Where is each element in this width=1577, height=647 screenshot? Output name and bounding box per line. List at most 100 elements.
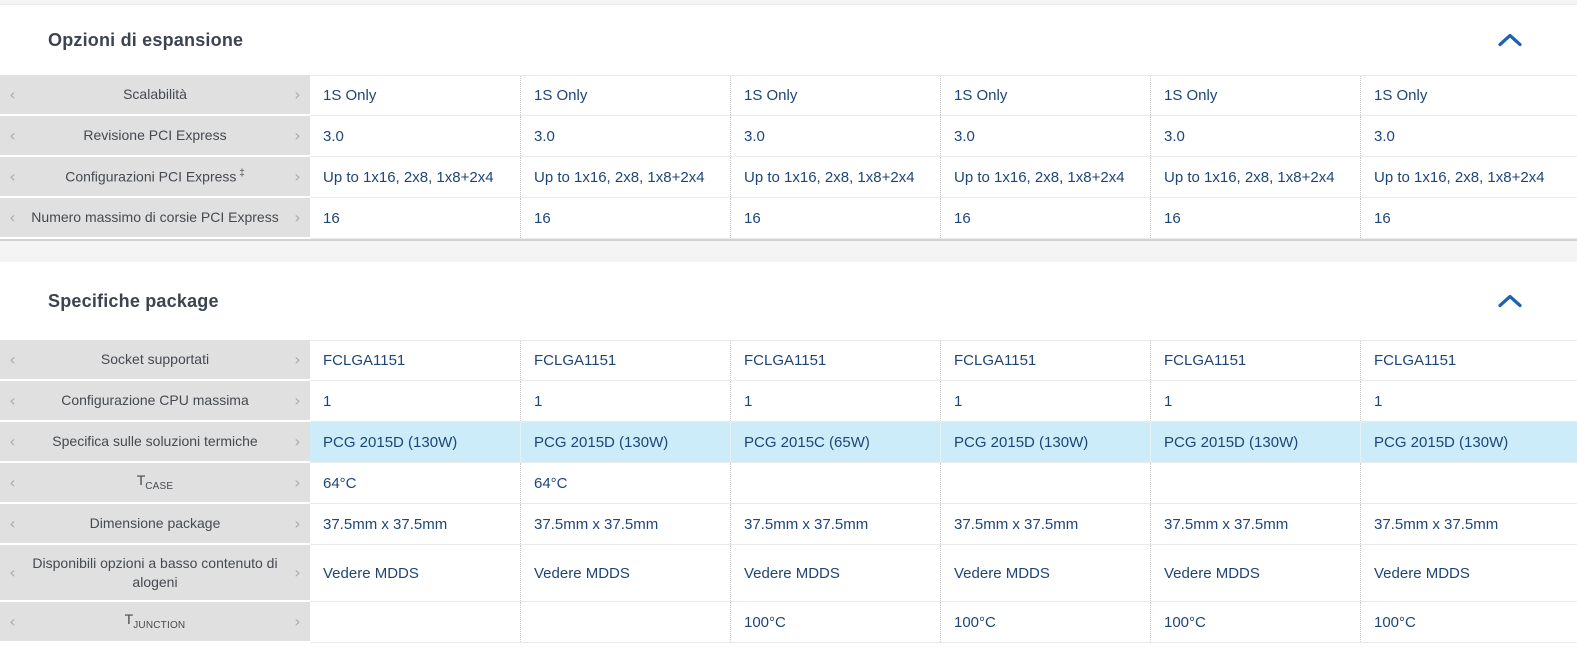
spec-values: Vedere MDDSVedere MDDSVedere MDDSVedere … (310, 545, 1577, 602)
spec-value-cell: 1 (310, 381, 520, 421)
spec-values: 37.5mm x 37.5mm37.5mm x 37.5mm37.5mm x 3… (310, 504, 1577, 545)
spec-value-cell: 1S Only (1360, 76, 1577, 115)
spec-label: Socket supportati (19, 347, 291, 372)
spec-label-cell: ‹ Disponibili opzioni a basso contenuto … (0, 545, 310, 600)
chevron-right-icon[interactable]: › (291, 516, 304, 532)
chevron-right-icon[interactable]: › (291, 434, 304, 450)
row-label-superscript: ‡ (236, 168, 244, 179)
spec-value-cell: 1 (730, 381, 940, 421)
row-label-main: Scalabilità (123, 86, 187, 102)
spec-label: Dimensione package (19, 511, 291, 536)
spec-value-cell (520, 602, 730, 642)
spec-label: Configurazione CPU massima (19, 388, 291, 413)
chevron-right-icon[interactable]: › (291, 352, 304, 368)
chevron-right-icon[interactable]: › (291, 169, 304, 185)
spec-value-cell: 1S Only (940, 76, 1150, 115)
spec-row: ‹ Revisione PCI Express › 3.03.03.03.03.… (0, 116, 1577, 157)
spec-value-cell: Vedere MDDS (730, 545, 940, 601)
chevron-right-icon[interactable]: › (291, 565, 304, 581)
chevron-left-icon[interactable]: ‹ (6, 128, 19, 144)
spec-label-cell: ‹ Dimensione package › (0, 504, 310, 543)
chevron-right-icon[interactable]: › (291, 87, 304, 103)
spec-values: 161616161616 (310, 198, 1577, 239)
row-label-main: Configurazione CPU massima (61, 392, 249, 408)
section-expansion-options: Opzioni di espansione ‹ Scalabilità › 1S… (0, 5, 1577, 239)
spec-value-cell: 1S Only (520, 76, 730, 115)
spec-value-cell: 37.5mm x 37.5mm (310, 504, 520, 544)
spec-value-cell (1360, 463, 1577, 503)
spec-value-cell: 16 (730, 198, 940, 238)
spec-label-cell: ‹ Configurazione CPU massima › (0, 381, 310, 420)
chevron-left-icon[interactable]: ‹ (6, 393, 19, 409)
spec-value-cell: 1 (1360, 381, 1577, 421)
row-label-main: Disponibili opzioni a basso contenuto di… (32, 555, 277, 590)
chevron-right-icon[interactable]: › (291, 393, 304, 409)
chevron-left-icon[interactable]: ‹ (6, 516, 19, 532)
spec-value-cell: 100°C (1150, 602, 1360, 642)
spec-label: TCASE (19, 468, 291, 496)
spec-row: ‹ Scalabilità › 1S Only1S Only1S Only1S … (0, 75, 1577, 116)
spec-value-cell (940, 463, 1150, 503)
chevron-left-icon[interactable]: ‹ (6, 352, 19, 368)
spec-value-cell: FCLGA1151 (520, 341, 730, 380)
spec-values: Up to 1x16, 2x8, 1x8+2x4Up to 1x16, 2x8,… (310, 157, 1577, 198)
spec-value-cell: Up to 1x16, 2x8, 1x8+2x4 (520, 157, 730, 197)
spec-row: ‹ TCASE › 64°C64°C (0, 463, 1577, 504)
spec-value-cell: Vedere MDDS (1150, 545, 1360, 601)
spec-value-cell: 37.5mm x 37.5mm (1360, 504, 1577, 544)
spec-row: ‹ TJUNCTION › 100°C100°C100°C100°C (0, 602, 1577, 643)
row-label-main: T (137, 472, 146, 488)
spec-value-cell: FCLGA1151 (1360, 341, 1577, 380)
chevron-right-icon[interactable]: › (291, 475, 304, 491)
spec-value-cell: 16 (940, 198, 1150, 238)
row-label-main: Configurazioni PCI Express (65, 168, 236, 184)
spec-value-cell: 16 (310, 198, 520, 238)
chevron-left-icon[interactable]: ‹ (6, 210, 19, 226)
spec-value-cell (310, 602, 520, 642)
spec-value-cell: FCLGA1151 (310, 341, 520, 380)
chevron-left-icon[interactable]: ‹ (6, 169, 19, 185)
spec-row: ‹ Socket supportati › FCLGA1151FCLGA1151… (0, 340, 1577, 381)
spec-value-cell: PCG 2015D (130W) (940, 422, 1150, 462)
spec-value-cell: 64°C (520, 463, 730, 503)
spec-label-cell: ‹ Specifica sulle soluzioni termiche › (0, 422, 310, 461)
chevron-left-icon[interactable]: ‹ (6, 87, 19, 103)
spec-value-cell: 1S Only (310, 76, 520, 115)
spec-value-cell: 16 (1150, 198, 1360, 238)
spec-value-cell: 1S Only (730, 76, 940, 115)
row-label-main: Numero massimo di corsie PCI Express (31, 209, 278, 225)
collapse-section-button[interactable] (1494, 291, 1526, 312)
section-title: Opzioni di espansione (48, 30, 243, 51)
chevron-right-icon[interactable]: › (291, 210, 304, 226)
chevron-right-icon[interactable]: › (291, 128, 304, 144)
spec-value-cell: 16 (520, 198, 730, 238)
spec-value-cell (730, 463, 940, 503)
spec-value-cell: Vedere MDDS (310, 545, 520, 601)
spec-label-cell: ‹ Configurazioni PCI Express ‡ › (0, 157, 310, 196)
spec-values: 3.03.03.03.03.03.0 (310, 116, 1577, 157)
spec-value-cell: Vedere MDDS (940, 545, 1150, 601)
spec-table: ‹ Scalabilità › 1S Only1S Only1S Only1S … (0, 75, 1577, 239)
chevron-left-icon[interactable]: ‹ (6, 614, 19, 630)
chevron-left-icon[interactable]: ‹ (6, 434, 19, 450)
spec-value-cell: 37.5mm x 37.5mm (1150, 504, 1360, 544)
spec-value-cell: 64°C (310, 463, 520, 503)
row-label-main: T (125, 611, 134, 627)
section-package-specs: Specifiche package ‹ Socket supportati ›… (0, 262, 1577, 643)
chevron-right-icon[interactable]: › (291, 614, 304, 630)
spec-label-cell: ‹ Revisione PCI Express › (0, 116, 310, 155)
spec-value-cell: PCG 2015D (130W) (1360, 422, 1577, 462)
spec-value-cell: 3.0 (1150, 116, 1360, 156)
chevron-up-icon (1498, 296, 1522, 311)
chevron-left-icon[interactable]: ‹ (6, 565, 19, 581)
spec-value-cell: PCG 2015D (130W) (1150, 422, 1360, 462)
spec-row: ‹ Disponibili opzioni a basso contenuto … (0, 545, 1577, 602)
spec-value-cell: Up to 1x16, 2x8, 1x8+2x4 (310, 157, 520, 197)
spec-value-cell: 1 (520, 381, 730, 421)
chevron-left-icon[interactable]: ‹ (6, 475, 19, 491)
spec-label-cell: ‹ TCASE › (0, 463, 310, 502)
spec-label: Specifica sulle soluzioni termiche (19, 429, 291, 454)
collapse-section-button[interactable] (1494, 30, 1526, 51)
spec-value-cell: 37.5mm x 37.5mm (520, 504, 730, 544)
spec-values: PCG 2015D (130W)PCG 2015D (130W)PCG 2015… (310, 422, 1577, 463)
